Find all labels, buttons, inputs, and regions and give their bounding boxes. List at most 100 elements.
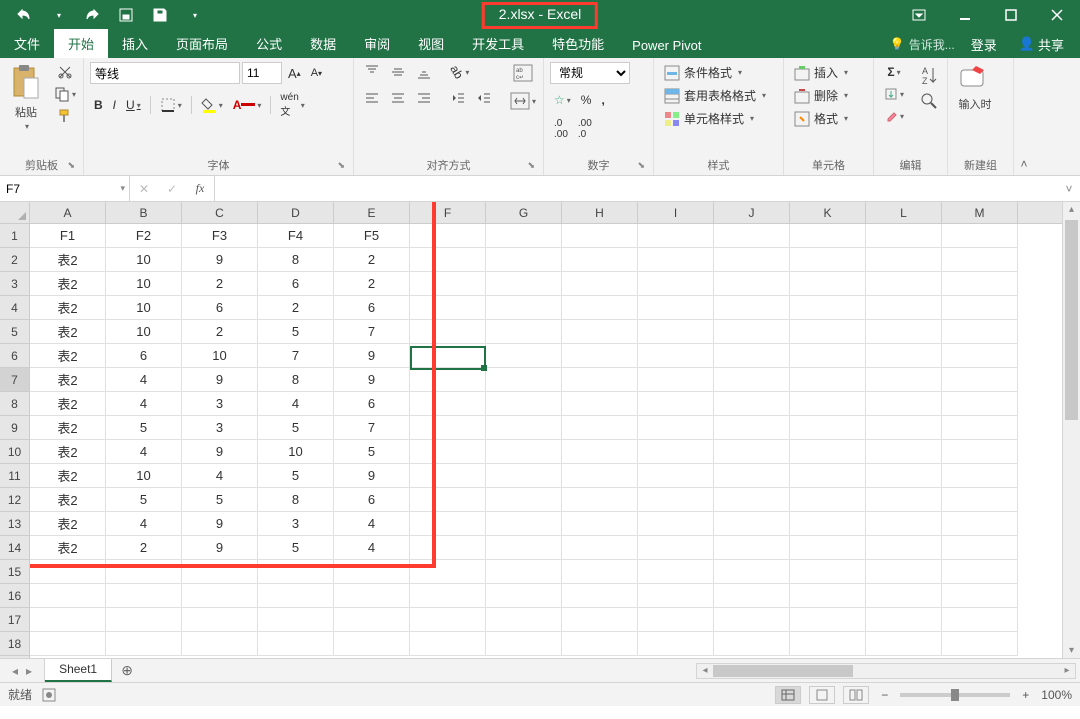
- cell-E13[interactable]: 4: [334, 512, 410, 536]
- cell-M5[interactable]: [942, 320, 1018, 344]
- copy-button[interactable]: ▾: [50, 84, 80, 104]
- cell-D7[interactable]: 8: [258, 368, 334, 392]
- row-header-7[interactable]: 7: [0, 368, 29, 392]
- cell-I9[interactable]: [638, 416, 714, 440]
- cell-L11[interactable]: [866, 464, 942, 488]
- tab-home[interactable]: 开始: [54, 29, 108, 58]
- cell-H17[interactable]: [562, 608, 638, 632]
- align-dialog-launcher[interactable]: ⬊: [527, 160, 535, 171]
- column-header-D[interactable]: D: [258, 202, 334, 223]
- cell-F17[interactable]: [410, 608, 486, 632]
- ink-input-button[interactable]: 输入时: [954, 62, 996, 114]
- cell-E3[interactable]: 2: [334, 272, 410, 296]
- maximize-button[interactable]: [988, 0, 1034, 30]
- collapse-ribbon-button[interactable]: ˄: [1014, 58, 1034, 175]
- cell-D2[interactable]: 8: [258, 248, 334, 272]
- cell-K5[interactable]: [790, 320, 866, 344]
- cell-H4[interactable]: [562, 296, 638, 320]
- cell-K13[interactable]: [790, 512, 866, 536]
- align-center-button[interactable]: [386, 88, 410, 108]
- format-cells-button[interactable]: 格式▾: [790, 108, 852, 129]
- cell-G8[interactable]: [486, 392, 562, 416]
- cell-I16[interactable]: [638, 584, 714, 608]
- cell-K4[interactable]: [790, 296, 866, 320]
- cell-I11[interactable]: [638, 464, 714, 488]
- cell-L16[interactable]: [866, 584, 942, 608]
- save-button[interactable]: [146, 1, 174, 29]
- row-header-15[interactable]: 15: [0, 560, 29, 584]
- cell-H2[interactable]: [562, 248, 638, 272]
- cell-K3[interactable]: [790, 272, 866, 296]
- row-header-5[interactable]: 5: [0, 320, 29, 344]
- cell-M3[interactable]: [942, 272, 1018, 296]
- cell-A18[interactable]: [30, 632, 106, 656]
- cell-I8[interactable]: [638, 392, 714, 416]
- expand-formula-bar[interactable]: ˅: [1058, 176, 1080, 201]
- cell-J18[interactable]: [714, 632, 790, 656]
- cell-M18[interactable]: [942, 632, 1018, 656]
- font-color-button[interactable]: A▾: [229, 95, 266, 115]
- row-header-11[interactable]: 11: [0, 464, 29, 488]
- bold-button[interactable]: B: [90, 95, 107, 115]
- row-header-12[interactable]: 12: [0, 488, 29, 512]
- view-pagelayout-button[interactable]: [809, 686, 835, 704]
- column-header-J[interactable]: J: [714, 202, 790, 223]
- cell-M14[interactable]: [942, 536, 1018, 560]
- cell-D18[interactable]: [258, 632, 334, 656]
- cell-D4[interactable]: 2: [258, 296, 334, 320]
- cell-B14[interactable]: 2: [106, 536, 182, 560]
- cell-C2[interactable]: 9: [182, 248, 258, 272]
- tab-special[interactable]: 特色功能: [538, 29, 618, 58]
- undo-button[interactable]: [10, 1, 38, 29]
- clear-button[interactable]: ▾: [880, 106, 908, 126]
- name-box-dropdown[interactable]: ▾: [120, 183, 125, 194]
- sort-filter-button[interactable]: AZ: [916, 62, 942, 88]
- cell-F3[interactable]: [410, 272, 486, 296]
- cell-D10[interactable]: 10: [258, 440, 334, 464]
- cell-H18[interactable]: [562, 632, 638, 656]
- vscroll-thumb[interactable]: [1065, 220, 1078, 420]
- decrease-indent-button[interactable]: [446, 88, 470, 108]
- cell-E9[interactable]: 7: [334, 416, 410, 440]
- fill-button[interactable]: ▾: [880, 84, 908, 104]
- cell-L2[interactable]: [866, 248, 942, 272]
- row-header-17[interactable]: 17: [0, 608, 29, 632]
- cell-G12[interactable]: [486, 488, 562, 512]
- cell-J17[interactable]: [714, 608, 790, 632]
- cell-D13[interactable]: 3: [258, 512, 334, 536]
- cell-I15[interactable]: [638, 560, 714, 584]
- cell-L13[interactable]: [866, 512, 942, 536]
- cell-L6[interactable]: [866, 344, 942, 368]
- cell-G7[interactable]: [486, 368, 562, 392]
- cell-D9[interactable]: 5: [258, 416, 334, 440]
- cell-C13[interactable]: 9: [182, 512, 258, 536]
- cell-C3[interactable]: 2: [182, 272, 258, 296]
- cell-C12[interactable]: 5: [182, 488, 258, 512]
- cell-L4[interactable]: [866, 296, 942, 320]
- cell-K7[interactable]: [790, 368, 866, 392]
- cell-F18[interactable]: [410, 632, 486, 656]
- cells-area[interactable]: F1F2F3F4F5表210982表210262表210626表210257表2…: [30, 224, 1062, 656]
- view-normal-button[interactable]: [775, 686, 801, 704]
- cell-J8[interactable]: [714, 392, 790, 416]
- row-header-9[interactable]: 9: [0, 416, 29, 440]
- cell-E18[interactable]: [334, 632, 410, 656]
- cell-G3[interactable]: [486, 272, 562, 296]
- cell-C7[interactable]: 9: [182, 368, 258, 392]
- number-format-combo[interactable]: 常规: [550, 62, 630, 84]
- cell-B5[interactable]: 10: [106, 320, 182, 344]
- ribbon-options-button[interactable]: [896, 0, 942, 30]
- cell-E7[interactable]: 9: [334, 368, 410, 392]
- cell-I5[interactable]: [638, 320, 714, 344]
- cell-C4[interactable]: 6: [182, 296, 258, 320]
- zoom-out-button[interactable]: −: [877, 685, 892, 705]
- cell-E2[interactable]: 2: [334, 248, 410, 272]
- cell-F13[interactable]: [410, 512, 486, 536]
- cell-E17[interactable]: [334, 608, 410, 632]
- cell-I18[interactable]: [638, 632, 714, 656]
- cell-G2[interactable]: [486, 248, 562, 272]
- cell-E16[interactable]: [334, 584, 410, 608]
- cell-M7[interactable]: [942, 368, 1018, 392]
- cell-A2[interactable]: 表2: [30, 248, 106, 272]
- cell-G14[interactable]: [486, 536, 562, 560]
